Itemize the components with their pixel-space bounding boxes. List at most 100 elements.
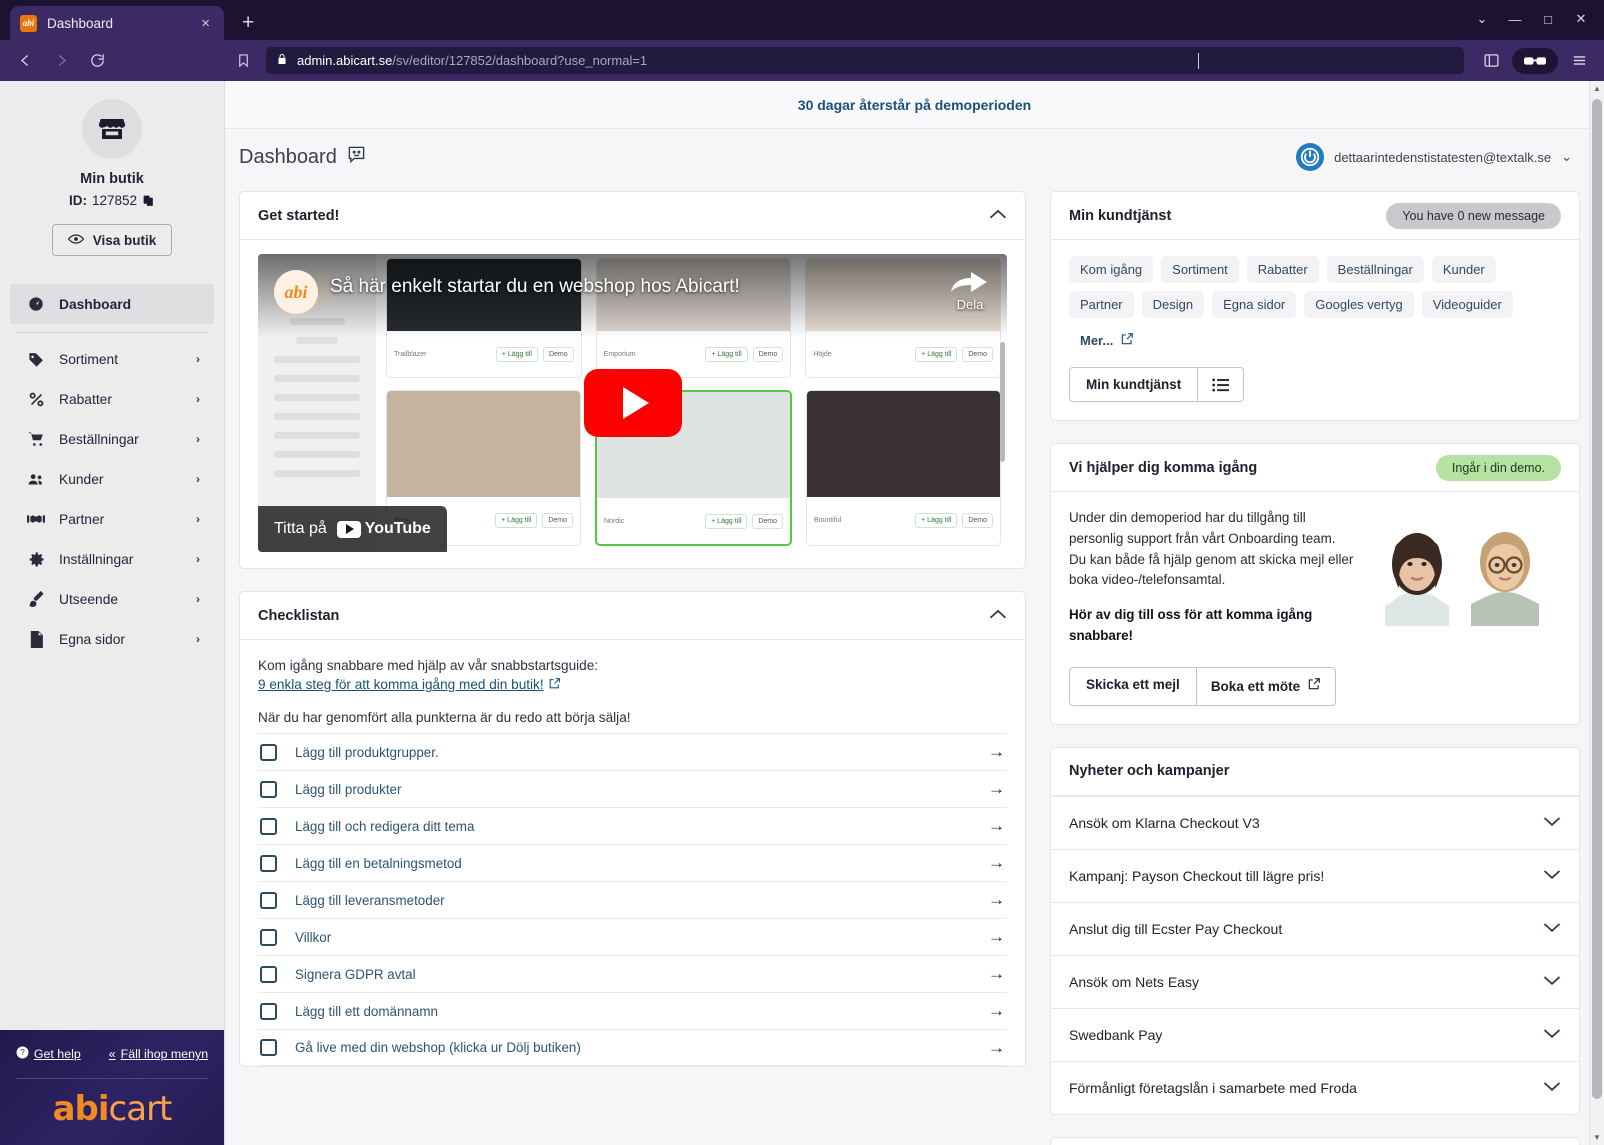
- checklist-item[interactable]: Lägg till ett domännamn →: [258, 992, 1007, 1029]
- chevron-down-icon[interactable]: [1543, 1079, 1561, 1097]
- checklist-item[interactable]: Lägg till leveransmetoder →: [258, 881, 1007, 918]
- news-item[interactable]: Swedbank Pay: [1051, 1007, 1579, 1061]
- arrow-right-icon[interactable]: →: [988, 1001, 1005, 1021]
- watch-on-youtube-button[interactable]: Titta på YouTube: [258, 506, 447, 552]
- checklist-note: När du har genomfört alla punkterna är d…: [258, 710, 631, 725]
- book-meeting-button[interactable]: Boka ett möte: [1195, 667, 1335, 705]
- news-item[interactable]: Kampanj: Payson Checkout till lägre pris…: [1051, 848, 1579, 902]
- support-tag[interactable]: Design: [1141, 291, 1205, 318]
- chevron-down-icon[interactable]: [1543, 920, 1561, 938]
- arrow-right-icon[interactable]: →: [988, 1038, 1005, 1058]
- list-icon[interactable]: [1197, 368, 1243, 401]
- back-arrow-icon[interactable]: [10, 46, 40, 76]
- checklist-item[interactable]: Gå live med din webshop (klicka ur Dölj …: [258, 1029, 1007, 1066]
- checklist-item[interactable]: Lägg till produktgrupper. →: [258, 733, 1007, 770]
- view-shop-button[interactable]: Visa butik: [52, 224, 172, 256]
- news-item[interactable]: Förmånligt företagslån i samarbete med F…: [1051, 1060, 1579, 1114]
- glasses-icon[interactable]: [1512, 47, 1558, 74]
- chevron-down-icon[interactable]: [1543, 814, 1561, 832]
- sidebar-item-kunder[interactable]: Kunder ›: [10, 459, 214, 499]
- support-tag[interactable]: Egna sidor: [1212, 291, 1297, 318]
- scrollbar-thumb[interactable]: [1592, 99, 1602, 1099]
- support-tag[interactable]: Videoguider: [1421, 291, 1513, 318]
- reload-icon[interactable]: [82, 46, 112, 76]
- news-item[interactable]: Ansök om Klarna Checkout V3: [1051, 795, 1579, 849]
- news-item[interactable]: Anslut dig till Ecster Pay Checkout: [1051, 901, 1579, 955]
- bookmark-icon[interactable]: [228, 46, 258, 76]
- checkbox[interactable]: [260, 1002, 277, 1020]
- support-tag[interactable]: Rabatter: [1246, 256, 1319, 283]
- news-item[interactable]: Ansök om Nets Easy: [1051, 954, 1579, 1008]
- video-share-button[interactable]: Dela: [951, 268, 989, 312]
- close-icon[interactable]: ×: [197, 14, 214, 33]
- support-tag[interactable]: Partner: [1069, 291, 1134, 318]
- checkbox[interactable]: [260, 1039, 277, 1056]
- chevron-down-icon[interactable]: [1543, 973, 1561, 991]
- get-help-link[interactable]: ? Get help: [16, 1046, 81, 1062]
- chevron-down-icon[interactable]: ⌄: [1467, 6, 1497, 32]
- support-tag[interactable]: Googles vertyg: [1304, 291, 1414, 318]
- arrow-right-icon[interactable]: →: [988, 964, 1005, 984]
- account-menu[interactable]: dettaarintedenstistatesten@textalk.se ⌄: [1296, 143, 1572, 171]
- arrow-right-icon[interactable]: →: [988, 890, 1005, 910]
- support-tag[interactable]: Kunder: [1431, 256, 1496, 283]
- maximize-icon[interactable]: □: [1533, 6, 1563, 32]
- support-tag[interactable]: Kom igång: [1069, 256, 1154, 283]
- new-tab-button[interactable]: +: [236, 11, 260, 35]
- support-tag-more[interactable]: Mer...: [1069, 326, 1145, 355]
- checkbox[interactable]: [260, 928, 277, 946]
- youtube-video-player[interactable]: Trailblazer + Lägg till Demo Emporium + Läg…: [258, 254, 1007, 552]
- checkbox[interactable]: [260, 743, 277, 761]
- chevron-up-icon[interactable]: [989, 207, 1007, 224]
- checkbox[interactable]: [260, 854, 277, 872]
- get-started-header[interactable]: Get started!: [240, 192, 1025, 240]
- video-inner-scrollbar[interactable]: [1000, 342, 1005, 462]
- sidebar-item-bestallningar[interactable]: Beställningar ›: [10, 419, 214, 459]
- minimize-icon[interactable]: —: [1500, 6, 1530, 32]
- send-email-button[interactable]: Skicka ett mejl: [1070, 668, 1196, 705]
- copy-icon[interactable]: [142, 194, 155, 207]
- sidebar-item-rabatter[interactable]: Rabatter ›: [10, 379, 214, 419]
- collapse-menu-link[interactable]: « Fäll ihop menyn: [109, 1046, 208, 1062]
- my-support-button[interactable]: Min kundtjänst: [1069, 367, 1245, 402]
- chevron-down-icon[interactable]: [1543, 867, 1561, 885]
- chat-smiley-icon[interactable]: [347, 145, 366, 170]
- checkbox[interactable]: [260, 965, 277, 983]
- checklist-item[interactable]: Signera GDPR avtal →: [258, 955, 1007, 992]
- checklist-item[interactable]: Lägg till produkter →: [258, 770, 1007, 807]
- checklist-item[interactable]: Villkor →: [258, 918, 1007, 955]
- arrow-right-icon[interactable]: →: [988, 779, 1005, 799]
- checklist-item[interactable]: Lägg till och redigera ditt tema →: [258, 807, 1007, 844]
- page-scrollbar[interactable]: ▲ ▼: [1589, 81, 1604, 1145]
- arrow-right-icon[interactable]: →: [988, 816, 1005, 836]
- checklist-item[interactable]: Lägg till en betalningsmetod →: [258, 844, 1007, 881]
- scroll-down-arrow[interactable]: ▼: [1590, 1133, 1604, 1142]
- sidebar-item-sortiment[interactable]: Sortiment ›: [10, 339, 214, 379]
- sidebar-item-installningar[interactable]: Inställningar ›: [10, 539, 214, 579]
- scroll-up-arrow[interactable]: ▲: [1590, 84, 1604, 93]
- quickstart-guide-link[interactable]: 9 enkla steg för att komma igång med din…: [258, 677, 561, 693]
- hamburger-menu-icon[interactable]: [1564, 46, 1594, 76]
- panel-icon[interactable]: [1476, 46, 1506, 76]
- support-tag[interactable]: Beställningar: [1326, 256, 1424, 283]
- sidebar-item-dashboard[interactable]: Dashboard: [10, 284, 214, 324]
- browser-tab-dashboard[interactable]: abi Dashboard ×: [10, 6, 224, 40]
- sidebar-item-egna-sidor[interactable]: Egna sidor ›: [10, 619, 214, 659]
- checkbox[interactable]: [260, 817, 277, 835]
- window-close-icon[interactable]: ✕: [1566, 6, 1596, 32]
- quickstart-guide-label: 9 enkla steg för att komma igång med din…: [258, 677, 544, 692]
- checklist-header[interactable]: Checklistan: [240, 592, 1025, 640]
- support-tag[interactable]: Sortiment: [1161, 256, 1239, 283]
- checkbox[interactable]: [260, 891, 277, 909]
- chevron-up-icon[interactable]: [989, 607, 1007, 624]
- sidebar-item-utseende[interactable]: Utseende ›: [10, 579, 214, 619]
- chevron-down-icon[interactable]: ⌄: [1561, 149, 1572, 165]
- arrow-right-icon[interactable]: →: [988, 853, 1005, 873]
- checkbox[interactable]: [260, 780, 277, 798]
- arrow-right-icon[interactable]: →: [988, 927, 1005, 947]
- sidebar-item-partner[interactable]: Partner ›: [10, 499, 214, 539]
- youtube-play-icon[interactable]: [583, 369, 682, 437]
- address-bar[interactable]: admin.abicart.se/sv/editor/127852/dashbo…: [266, 47, 1464, 74]
- chevron-down-icon[interactable]: [1543, 1026, 1561, 1044]
- arrow-right-icon[interactable]: →: [988, 742, 1005, 762]
